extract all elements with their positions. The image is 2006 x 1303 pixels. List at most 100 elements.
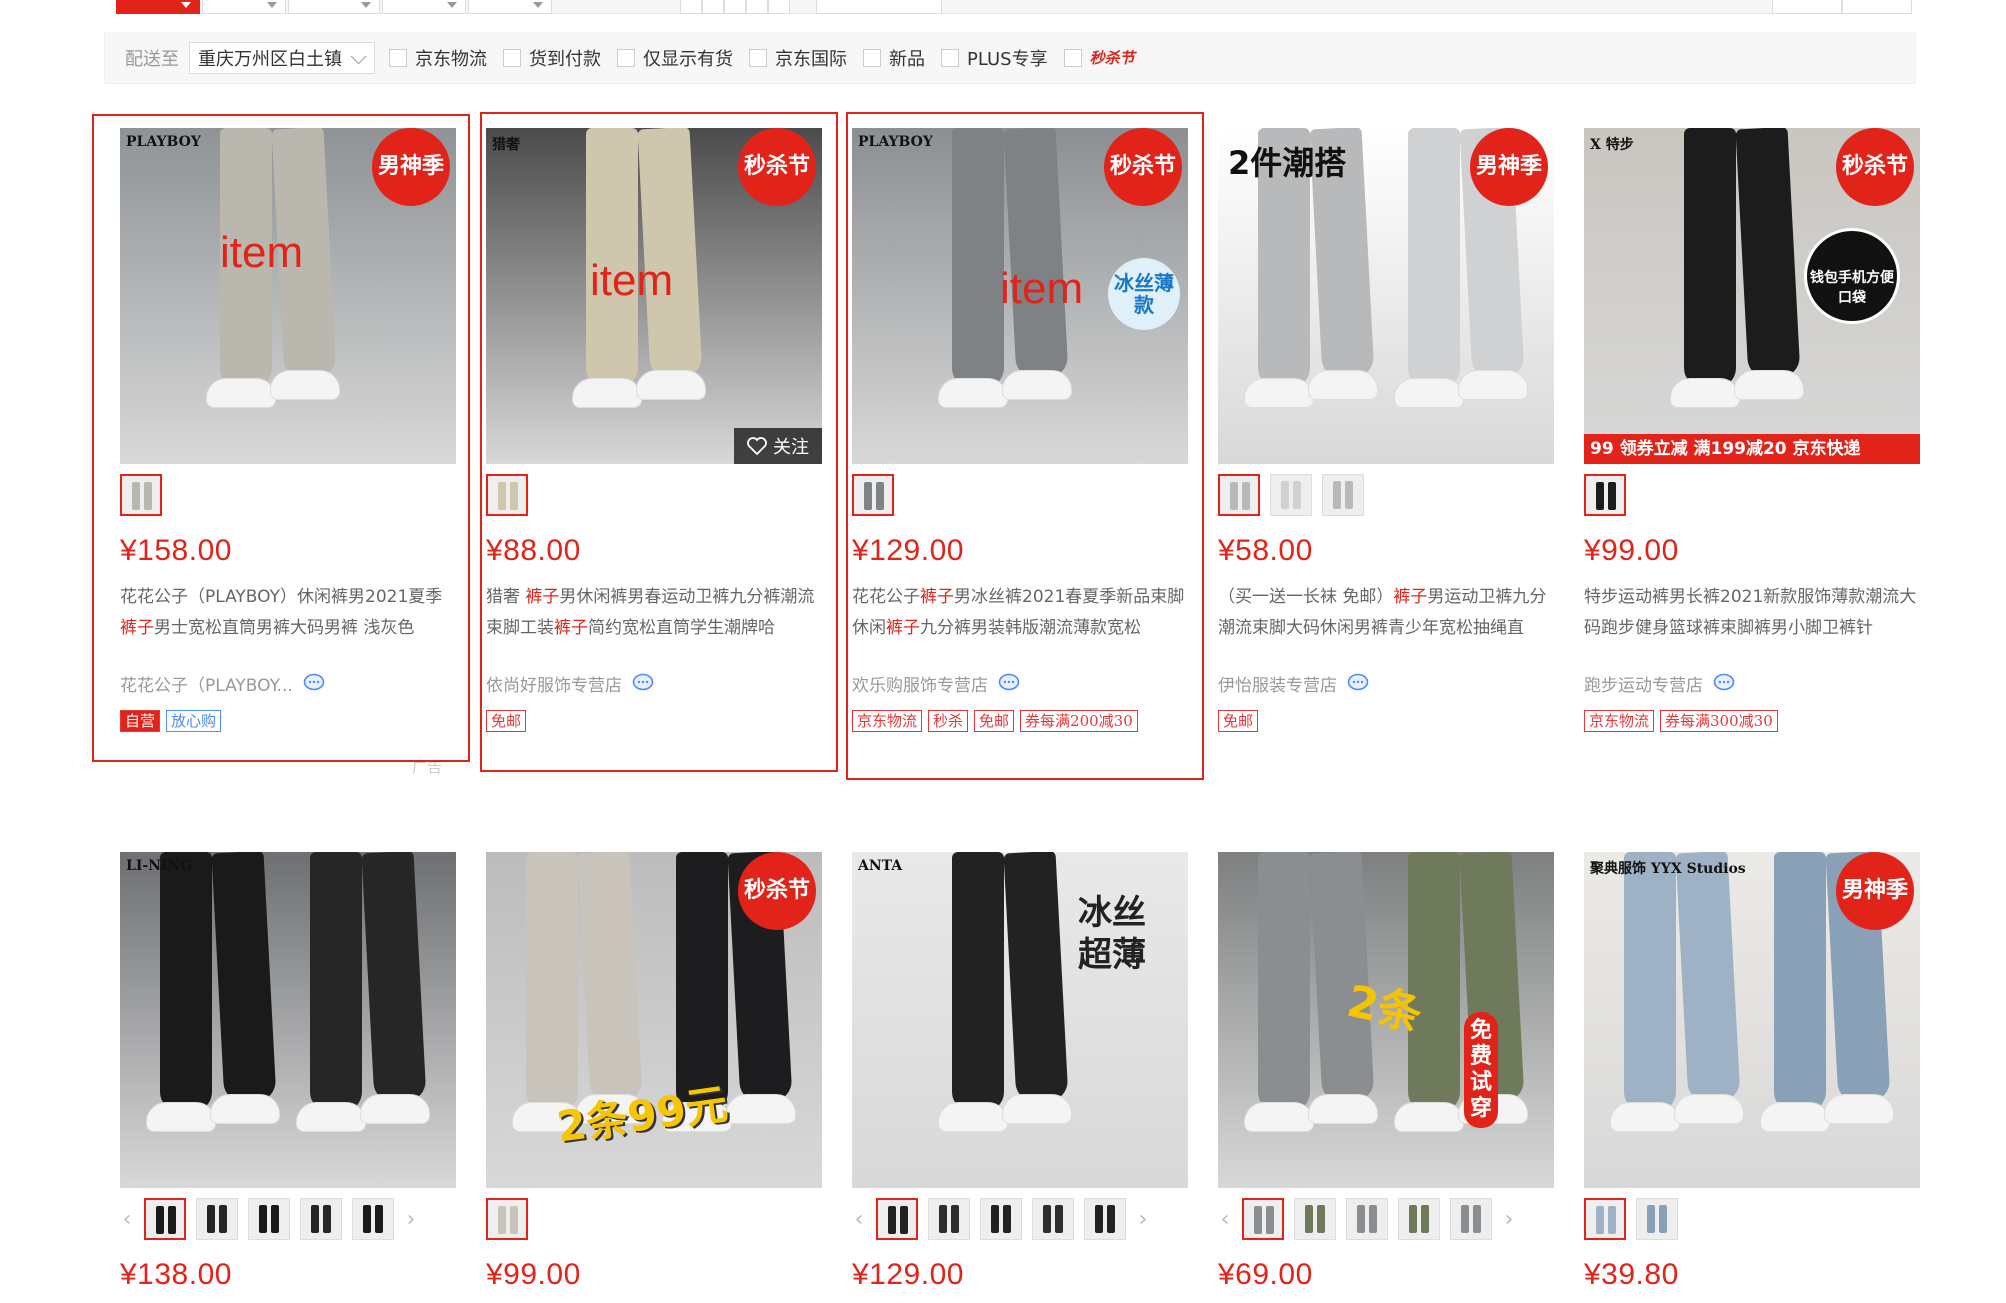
filter-flash-sale[interactable]: 秒杀节: [1063, 47, 1135, 68]
color-swatch[interactable]: [1294, 1198, 1336, 1240]
color-swatch[interactable]: [928, 1198, 970, 1240]
pant-leg: [526, 852, 578, 1112]
shoe: [1394, 1102, 1464, 1132]
color-swatch[interactable]: [1584, 474, 1626, 516]
brand-logo: ANTA: [858, 858, 903, 874]
image-headline: 2件潮搭: [1228, 144, 1347, 182]
product-image[interactable]: X 特步 秒杀节 99 领券立减 满199减20 京东快递 钱包手机方便口袋: [1584, 128, 1920, 464]
color-swatch[interactable]: [876, 1198, 918, 1240]
page-next-button[interactable]: [1842, 0, 1912, 14]
swatch-next-icon[interactable]: ›: [404, 1207, 418, 1232]
checkbox[interactable]: [617, 48, 635, 67]
shop-name: 跑步运动专营店: [1584, 675, 1703, 696]
chevron-down-icon: [267, 2, 277, 8]
color-swatch[interactable]: [1032, 1198, 1074, 1240]
sort-sales-button[interactable]: [202, 0, 286, 14]
shoe: [1734, 370, 1804, 400]
color-swatches: ‹ ›: [120, 1196, 456, 1242]
image-headline: 2条99元: [553, 1079, 731, 1152]
color-swatch[interactable]: [486, 1198, 528, 1240]
swatch-prev-icon[interactable]: ‹: [852, 1207, 866, 1232]
color-swatch[interactable]: [1322, 474, 1364, 516]
color-swatch[interactable]: [1242, 1198, 1284, 1240]
chevron-down-icon: [533, 2, 543, 8]
brand-logo: X 特步: [1590, 137, 1634, 153]
product-image[interactable]: LI-NING: [120, 852, 456, 1188]
pant-leg: [361, 852, 427, 1104]
swatch-prev-icon[interactable]: ‹: [1218, 1207, 1232, 1232]
region-select[interactable]: 重庆万州区白土镇: [189, 41, 375, 74]
chat-icon[interactable]: [1713, 673, 1735, 693]
swatch-prev-icon[interactable]: ‹: [120, 1207, 134, 1232]
sort-price-button[interactable]: [468, 0, 552, 14]
chevron-down-icon: [350, 48, 367, 64]
shop-name: 伊怡服装专营店: [1218, 675, 1337, 696]
shop-link[interactable]: 伊怡服装专营店: [1218, 670, 1554, 696]
color-swatch[interactable]: [352, 1198, 394, 1240]
filter-jd-international[interactable]: 京东国际: [749, 45, 847, 71]
product-card[interactable]: 秒杀节2条99元¥99.00【买一送一 两件装】裤子男 休闲裤男 男: [486, 852, 822, 1303]
color-swatch[interactable]: [248, 1198, 290, 1240]
product-card[interactable]: 免费试穿2条‹›¥69.00铁虎风暴【两条装】休闲裤男宽松百搭夏: [1218, 852, 1554, 1303]
pant-leg: [310, 852, 362, 1112]
checkbox[interactable]: [389, 48, 407, 67]
color-swatch[interactable]: [1218, 474, 1260, 516]
price-range-input[interactable]: [816, 0, 942, 14]
color-swatch[interactable]: [1584, 1198, 1626, 1240]
product-image[interactable]: ANTA 冰丝超薄: [852, 852, 1188, 1188]
color-swatch[interactable]: [1270, 474, 1312, 516]
color-swatch[interactable]: [1636, 1198, 1678, 1240]
product-image[interactable]: 秒杀节 2条99元: [486, 852, 822, 1188]
pant-leg: [211, 852, 277, 1104]
product-card[interactable]: LI-NING‹›¥138.00李宁（LI-NING）李宁运动裤子长裤服饰: [120, 852, 456, 1303]
checkbox[interactable]: [941, 48, 959, 67]
product-image[interactable]: 免费试穿 2条: [1218, 852, 1554, 1188]
region-value: 重庆万州区白土镇: [198, 48, 342, 70]
checkbox[interactable]: [863, 48, 881, 67]
product-price: ¥138.00: [120, 1258, 232, 1291]
product-title[interactable]: 特步运动裤男长裤2021新款服饰薄款潮流大码跑步健身篮球裤束脚裤男小脚卫裤针: [1584, 582, 1920, 644]
color-swatch[interactable]: [1084, 1198, 1126, 1240]
product-card[interactable]: 聚典服饰 YYX Studios男神季¥39.80古莱登秋季牛仔裤男宽松九分直筒…: [1584, 852, 1920, 1303]
chat-icon[interactable]: [1347, 673, 1369, 693]
color-swatch[interactable]: [144, 1198, 186, 1240]
sort-comprehensive-button[interactable]: [116, 0, 200, 14]
annotation-box: [846, 112, 1204, 780]
price-range-grid[interactable]: [680, 0, 790, 14]
shop-link[interactable]: 跑步运动专营店: [1584, 670, 1920, 696]
sort-comments-button[interactable]: [288, 0, 380, 14]
color-swatches: [486, 1196, 822, 1242]
checkbox[interactable]: [749, 48, 767, 67]
shoe: [1610, 1102, 1680, 1132]
product-card[interactable]: 男神季 2件潮搭 ¥58.00 （买一送一长袜 免邮）裤子男运动卫裤九分潮流束脚大码休…: [1218, 128, 1554, 732]
swatch-next-icon[interactable]: ›: [1502, 1207, 1516, 1232]
product-title[interactable]: （买一送一长袜 免邮）裤子男运动卫裤九分潮流束脚大码休闲男裤青少年宽松抽绳直: [1218, 582, 1554, 644]
color-swatch[interactable]: [1398, 1198, 1440, 1240]
product-image[interactable]: 聚典服饰 YYX Studios 男神季: [1584, 852, 1920, 1188]
filter-cod[interactable]: 货到付款: [503, 45, 601, 71]
color-swatch[interactable]: [196, 1198, 238, 1240]
color-swatch[interactable]: [1450, 1198, 1492, 1240]
color-swatch[interactable]: [300, 1198, 342, 1240]
checkbox[interactable]: [503, 48, 521, 67]
product-image[interactable]: 男神季 2件潮搭: [1218, 128, 1554, 464]
swatch-next-icon[interactable]: ›: [1136, 1207, 1150, 1232]
filter-plus[interactable]: PLUS专享: [941, 45, 1048, 71]
pant-leg: [1684, 128, 1736, 388]
filter-in-stock[interactable]: 仅显示有货: [617, 45, 733, 71]
product-price: ¥99.00: [1584, 534, 1679, 567]
promo-badge: 秒杀节: [1836, 128, 1914, 206]
pant-leg: [1735, 128, 1801, 380]
color-swatch[interactable]: [1346, 1198, 1388, 1240]
checkbox[interactable]: [1063, 48, 1082, 67]
shoe: [360, 1094, 430, 1124]
filter-jd-logistics[interactable]: 京东物流: [389, 45, 487, 71]
page-prev-button[interactable]: [1772, 0, 1842, 14]
shoe: [1458, 370, 1528, 400]
sort-new-button[interactable]: [382, 0, 466, 14]
filter-new[interactable]: 新品: [863, 45, 925, 71]
color-swatch[interactable]: [980, 1198, 1022, 1240]
filter-bar: 配送至 重庆万州区白土镇 京东物流 货到付款 仅显示有货 京东国际 新品 PLU…: [104, 32, 1916, 84]
product-card[interactable]: X 特步 秒杀节 99 领券立减 满199减20 京东快递 钱包手机方便口袋 ¥99.0…: [1584, 128, 1920, 732]
product-card[interactable]: ANTA冰丝超薄‹›¥129.00安踏运动裤男士春夏季新款针织户外跑步: [852, 852, 1188, 1303]
